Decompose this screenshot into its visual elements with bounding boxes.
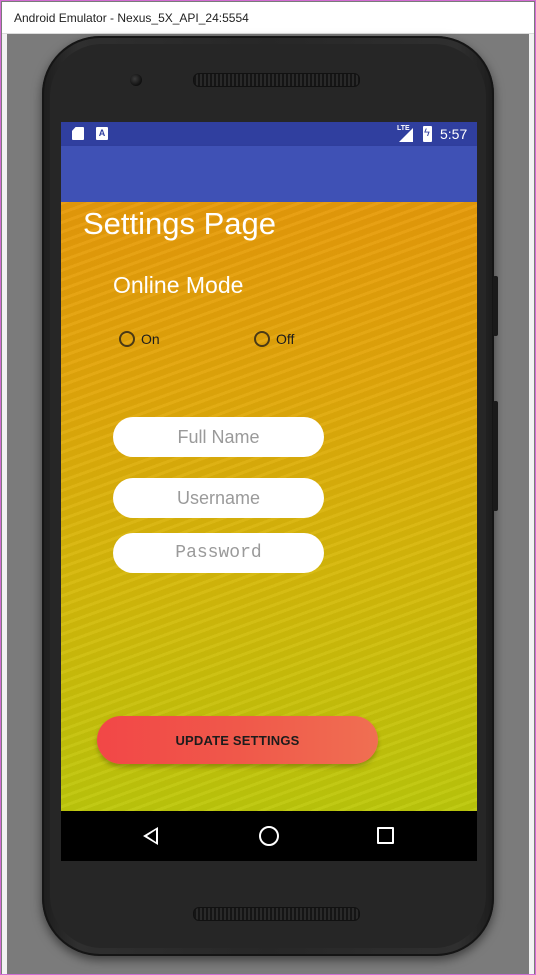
page-title: Settings Page xyxy=(83,206,277,241)
window-right-edge xyxy=(529,34,534,974)
password-input[interactable] xyxy=(113,533,324,573)
window-left-edge xyxy=(2,34,7,974)
lte-label: LTE xyxy=(397,125,410,132)
radio-on-label: On xyxy=(141,331,160,347)
recent-apps-icon[interactable] xyxy=(377,827,394,844)
power-button[interactable] xyxy=(493,276,498,336)
navigation-bar xyxy=(61,811,477,861)
online-mode-title: Online Mode xyxy=(113,272,244,298)
radio-unchecked-icon[interactable] xyxy=(254,331,270,347)
radio-off-label: Off xyxy=(276,331,295,347)
back-icon[interactable] xyxy=(143,827,158,845)
status-time: 5:57 xyxy=(440,126,468,142)
action-bar xyxy=(61,146,477,202)
window-title: Android Emulator - Nexus_5X_API_24:5554 xyxy=(14,11,249,25)
full-name-input[interactable] xyxy=(113,417,324,457)
volume-rocker[interactable] xyxy=(493,401,498,511)
status-bar: A LTE 5:57 xyxy=(61,122,477,146)
top-speaker-grille xyxy=(193,73,360,87)
home-icon[interactable] xyxy=(259,826,279,846)
update-settings-button[interactable]: UPDATE SETTINGS xyxy=(97,716,378,764)
settings-content: Settings Page Online Mode On Off UPDATE … xyxy=(61,202,477,811)
username-input[interactable] xyxy=(113,478,324,518)
a-notification-icon: A xyxy=(96,127,108,140)
radio-online-on[interactable]: On xyxy=(119,331,160,347)
device-screen: A LTE 5:57 Settings Page Online Mode On … xyxy=(61,122,477,861)
radio-unchecked-icon[interactable] xyxy=(119,331,135,347)
window-titlebar[interactable]: Android Emulator - Nexus_5X_API_24:5554 xyxy=(2,2,534,34)
radio-online-off[interactable]: Off xyxy=(254,331,294,347)
battery-charging-icon xyxy=(423,126,432,142)
front-camera-icon xyxy=(130,74,142,86)
sd-card-icon xyxy=(72,127,84,140)
bottom-speaker-grille xyxy=(193,907,360,921)
